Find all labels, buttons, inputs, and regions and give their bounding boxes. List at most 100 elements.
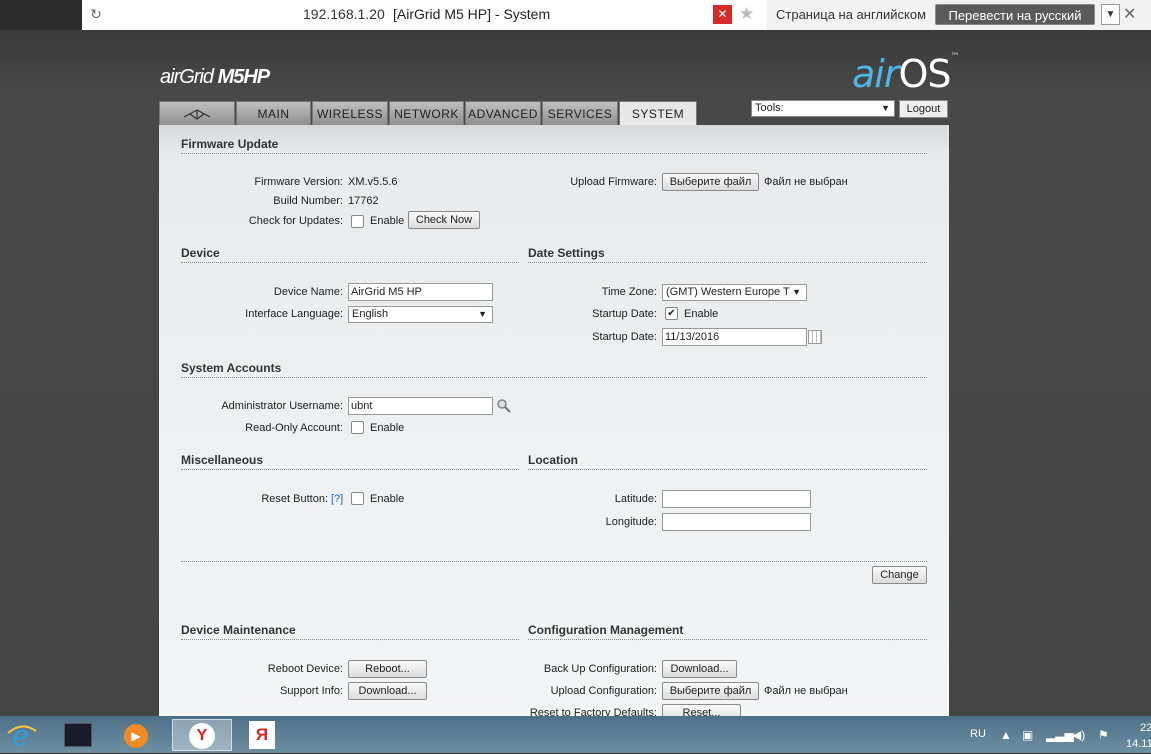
network-signal-icon[interactable]: ▂▃▅ (1046, 728, 1074, 742)
support-info-download-button[interactable]: Download... (348, 682, 427, 700)
svg-text:e: e (12, 719, 29, 751)
chevron-down-icon: ▼ (792, 287, 801, 297)
reboot-device-label: Reboot Device: (267, 663, 343, 675)
device-name-input[interactable]: AirGrid M5 HP (348, 283, 493, 301)
interface-language-select[interactable]: English ▼ (348, 306, 493, 323)
firmware-no-file-text: Файл не выбран (764, 176, 848, 188)
startup-date-input[interactable]: 11/13/2016 (662, 328, 807, 346)
address-host: 192.168.1.20 (303, 6, 385, 22)
check-now-button[interactable]: Check Now (408, 211, 480, 229)
search-icon[interactable] (496, 398, 512, 414)
config-no-file-text: Файл не выбран (764, 685, 848, 697)
time-zone-select[interactable]: (GMT) Western Europe T ▼ (662, 284, 807, 301)
airos-logo-air: air (852, 52, 899, 96)
reset-button-label: Reset Button: (261, 493, 328, 505)
tab-system[interactable]: SYSTEM (619, 101, 697, 126)
tools-select[interactable]: Tools: ▼ (751, 100, 895, 117)
startup-date-checkbox[interactable]: ✔ (665, 307, 678, 320)
tab-ubiquiti-logo[interactable] (159, 101, 235, 125)
volume-icon[interactable]: ◀) (1072, 728, 1085, 742)
tab-main[interactable]: MAIN (236, 101, 311, 125)
upload-config-label: Upload Configuration: (550, 685, 657, 697)
system-panel: Firmware Update Firmware Version: XM.v5.… (159, 125, 949, 725)
firmware-version-label: Firmware Version: (254, 176, 343, 188)
reload-icon[interactable]: ↻ (88, 6, 104, 23)
read-only-account-label: Read-Only Account: (245, 422, 343, 434)
section-title-location: Location (528, 453, 927, 470)
input-language-indicator[interactable]: RU (970, 728, 986, 740)
blocked-content-icon[interactable]: ✕ (713, 5, 732, 24)
upload-firmware-label: Upload Firmware: (570, 176, 657, 188)
change-button[interactable]: Change (872, 566, 927, 584)
section-title-miscellaneous: Miscellaneous (181, 453, 519, 470)
device-brand-logo: airGrid M5HP (160, 66, 271, 89)
translate-options-chevron-icon[interactable]: ▼ (1101, 4, 1120, 25)
play-icon: ▶ (124, 724, 148, 748)
device-name-label: Device Name: (273, 286, 343, 298)
interface-language-label: Interface Language: (245, 308, 343, 320)
tray-chevron-up-icon[interactable]: ▲ (1000, 728, 1012, 742)
build-number-label: Build Number: (273, 195, 343, 207)
section-title-firmware: Firmware Update (181, 137, 927, 154)
airos-logo-tm: ™ (950, 52, 960, 62)
admin-username-input[interactable]: ubnt (348, 397, 493, 415)
tab-advanced[interactable]: ADVANCED (465, 101, 541, 125)
read-only-account-checkbox[interactable] (351, 421, 364, 434)
brand-part-grid: Grid (179, 66, 218, 88)
startup-date-value-label: Startup Date: (592, 331, 657, 343)
yandex-browser-icon: Y (189, 723, 215, 749)
yandex-app-icon[interactable]: Я (240, 719, 284, 751)
choose-config-file-button[interactable]: Выберите файл (662, 682, 759, 700)
translate-question: Страница на английском (776, 7, 927, 22)
tab-network[interactable]: NETWORK (389, 101, 464, 125)
latitude-input[interactable] (662, 490, 811, 508)
brand-part-model: M5HP (217, 66, 271, 88)
address-bar[interactable]: ↻ 192.168.1.20 [AirGrid M5 HP] - System … (82, 0, 766, 30)
time-zone-label: Time Zone: (601, 286, 657, 298)
close-translate-icon[interactable]: ✕ (1123, 4, 1136, 24)
check-updates-label: Check for Updates: (248, 215, 343, 227)
tools-select-label: Tools: (755, 102, 784, 114)
startup-date-enable-text: Enable (684, 308, 719, 320)
clock-time[interactable]: 22 (1140, 722, 1151, 734)
media-app-icon[interactable] (60, 719, 96, 751)
notification-flag-icon[interactable]: ⚑ (1098, 728, 1109, 742)
bookmark-star-icon[interactable]: ★ (739, 4, 754, 24)
check-updates-checkbox[interactable] (351, 215, 364, 228)
choose-firmware-file-button[interactable]: Выберите файл (662, 173, 759, 191)
browser-left-pane (0, 0, 82, 30)
section-title-system-accounts: System Accounts (181, 361, 927, 378)
page-title-in-address: [AirGrid M5 HP] - System (393, 6, 551, 22)
reboot-button[interactable]: Reboot... (348, 660, 427, 678)
browser-bar: ↻ 192.168.1.20 [AirGrid M5 HP] - System … (0, 0, 1151, 30)
ie-logo-icon: e (7, 719, 37, 752)
airos-logo: airOS™ (852, 52, 960, 96)
app-window-icon (64, 723, 92, 747)
yandex-browser-taskbar-item[interactable]: Y (172, 719, 232, 751)
form-divider (181, 561, 927, 562)
backup-config-download-button[interactable]: Download... (662, 660, 737, 678)
startup-date-enable-label: Startup Date: (592, 308, 657, 320)
logout-button[interactable]: Logout (899, 100, 948, 118)
chevron-down-icon: ▼ (478, 309, 487, 319)
airos-logo-os: OS (898, 52, 951, 96)
translate-button[interactable]: Перевести на русский (935, 4, 1095, 25)
reset-button-checkbox[interactable] (351, 492, 364, 505)
tray-app-icon[interactable]: ▣ (1022, 728, 1033, 742)
internet-explorer-icon[interactable]: e (4, 719, 40, 752)
reset-button-help-link[interactable]: [?] (331, 493, 343, 505)
read-only-account-enable-text: Enable (370, 422, 405, 434)
admin-username-label: Administrator Username: (221, 400, 343, 412)
yandex-letter-icon: Я (249, 721, 275, 749)
check-updates-enable-label: Enable (370, 215, 405, 227)
tab-wireless[interactable]: WIRELESS (312, 101, 388, 125)
clock-date[interactable]: 14.11 (1126, 738, 1151, 750)
backup-config-label: Back Up Configuration: (543, 663, 657, 675)
media-player-icon[interactable]: ▶ (118, 719, 154, 751)
reset-button-enable-text: Enable (370, 493, 405, 505)
calendar-icon[interactable] (808, 330, 822, 344)
longitude-input[interactable] (662, 513, 811, 531)
windows-taskbar: e ▶ Y Я RU ▲ ▣ ▂▃▅ ◀) ⚑ 22 14.11 (0, 716, 1151, 753)
section-title-date-settings: Date Settings (528, 246, 927, 263)
tab-services[interactable]: SERVICES (542, 101, 618, 125)
